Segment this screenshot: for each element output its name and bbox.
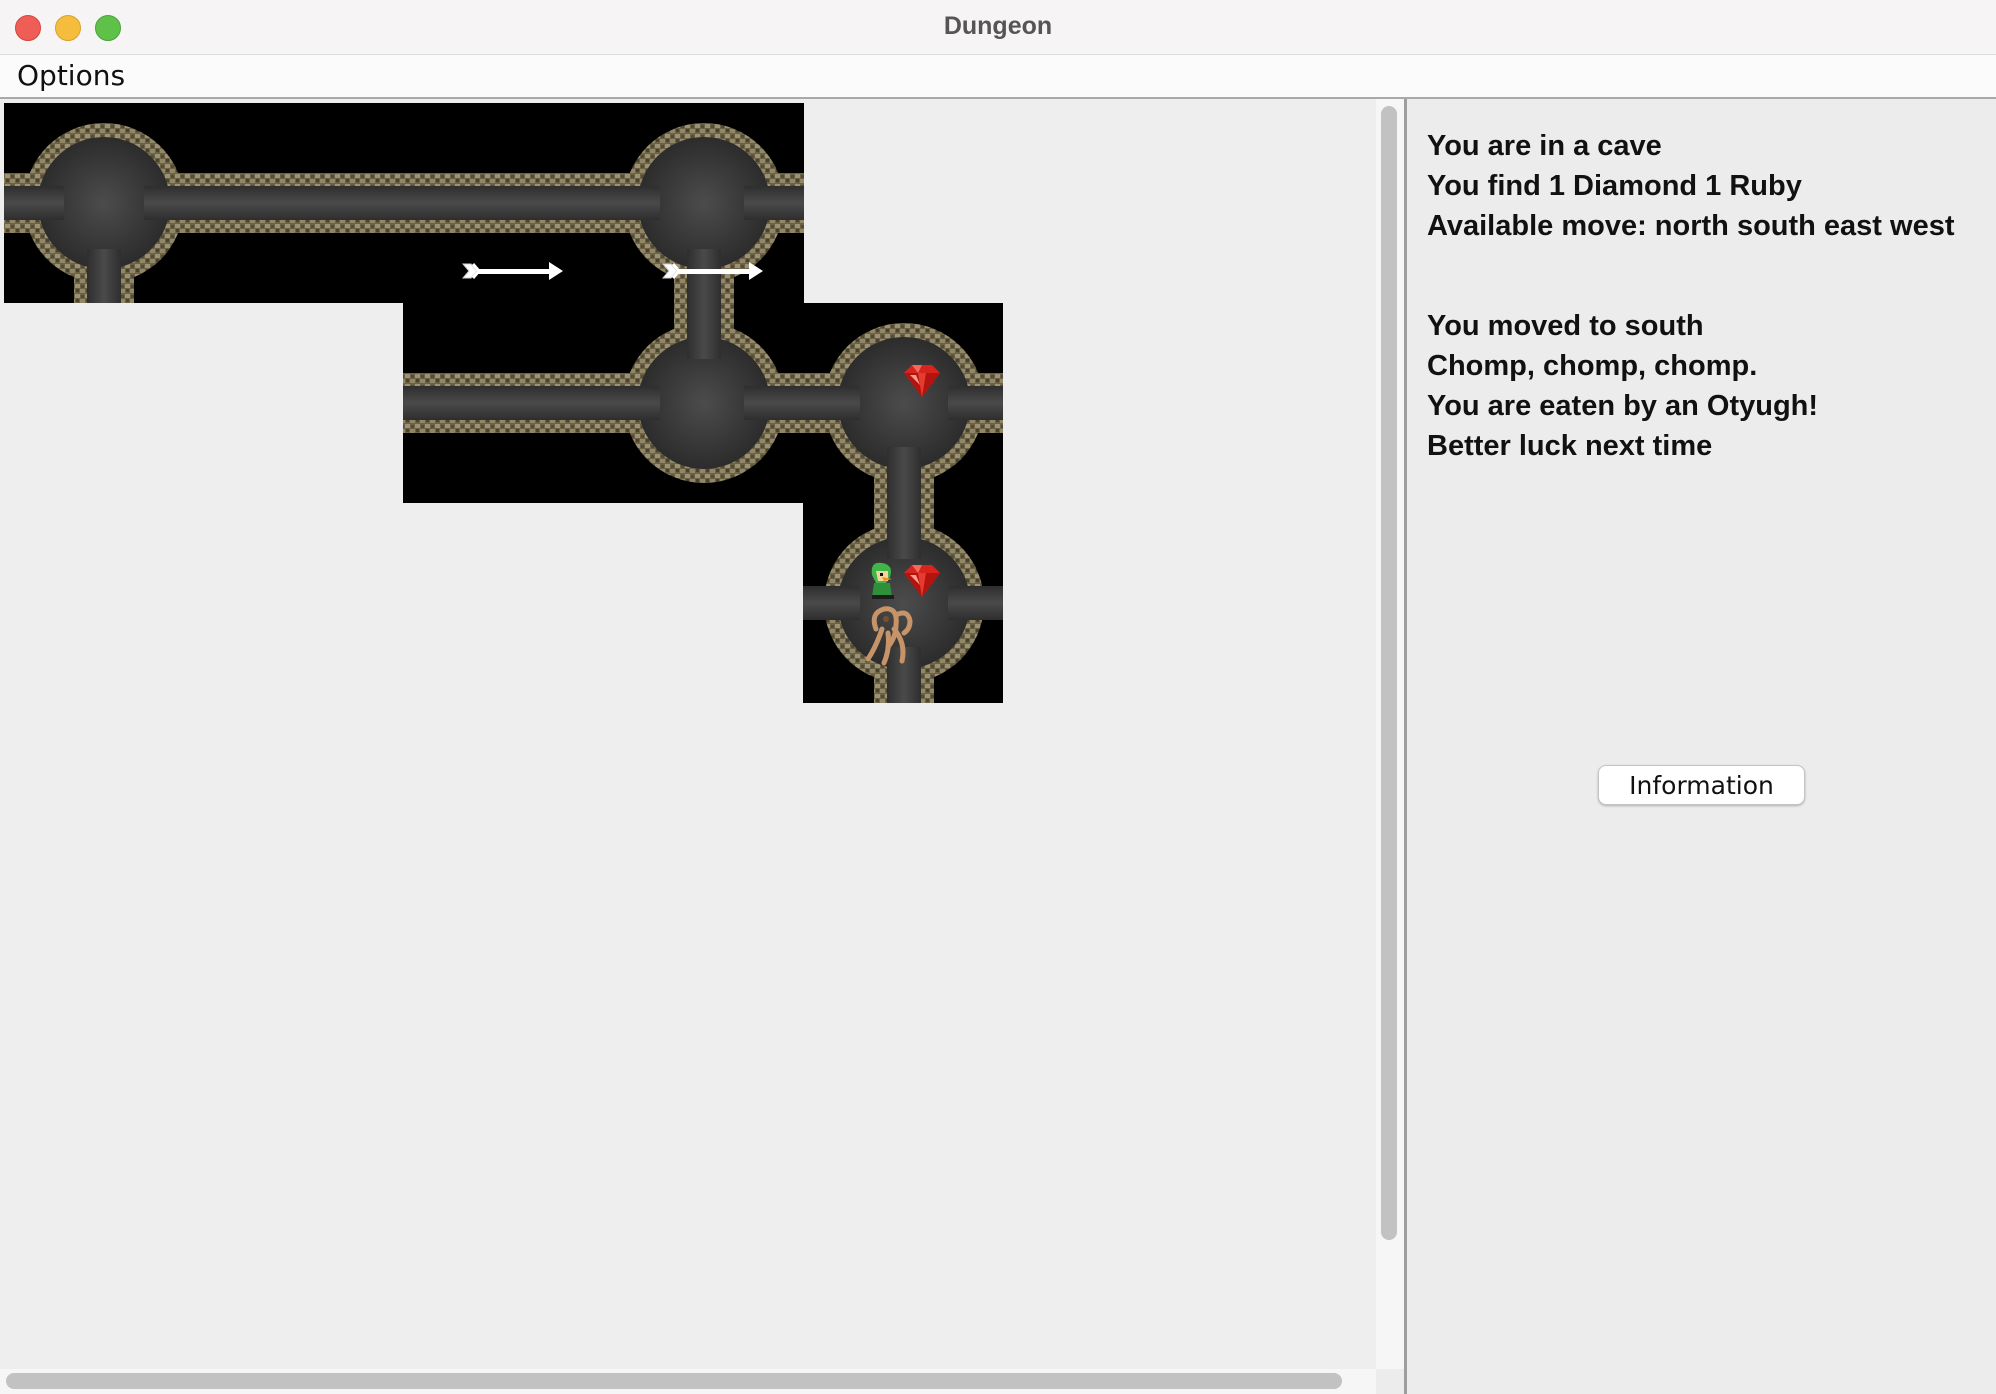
window-title: Dungeon — [943, 12, 1053, 40]
event-line: You moved to south — [1427, 310, 1704, 342]
zoom-window-button[interactable] — [95, 15, 121, 41]
status-line: You find 1 Diamond 1 Ruby — [1427, 170, 1802, 202]
horizontal-scrollbar-thumb[interactable] — [6, 1373, 1342, 1389]
map-view — [0, 99, 1376, 1369]
status-line: Available move: north south east west — [1427, 210, 1955, 242]
information-button[interactable]: Information — [1598, 765, 1805, 805]
event-line: Better luck next time — [1427, 430, 1713, 462]
dungeon-map — [4, 103, 1003, 703]
vertical-scrollbar-thumb[interactable] — [1381, 106, 1397, 1240]
event-line: Chomp, chomp, chomp. — [1427, 350, 1758, 382]
status-panel: You are in a cave You find 1 Diamond 1 R… — [1407, 99, 1996, 1394]
close-window-button[interactable] — [15, 15, 41, 41]
event-line: You are eaten by an Otyugh! — [1427, 390, 1819, 422]
menu-bar: Options — [0, 55, 1996, 99]
options-menu[interactable]: Options — [17, 55, 125, 97]
status-line: You are in a cave — [1427, 130, 1662, 162]
title-bar: Dungeon — [0, 0, 1996, 55]
minimize-window-button[interactable] — [55, 15, 81, 41]
